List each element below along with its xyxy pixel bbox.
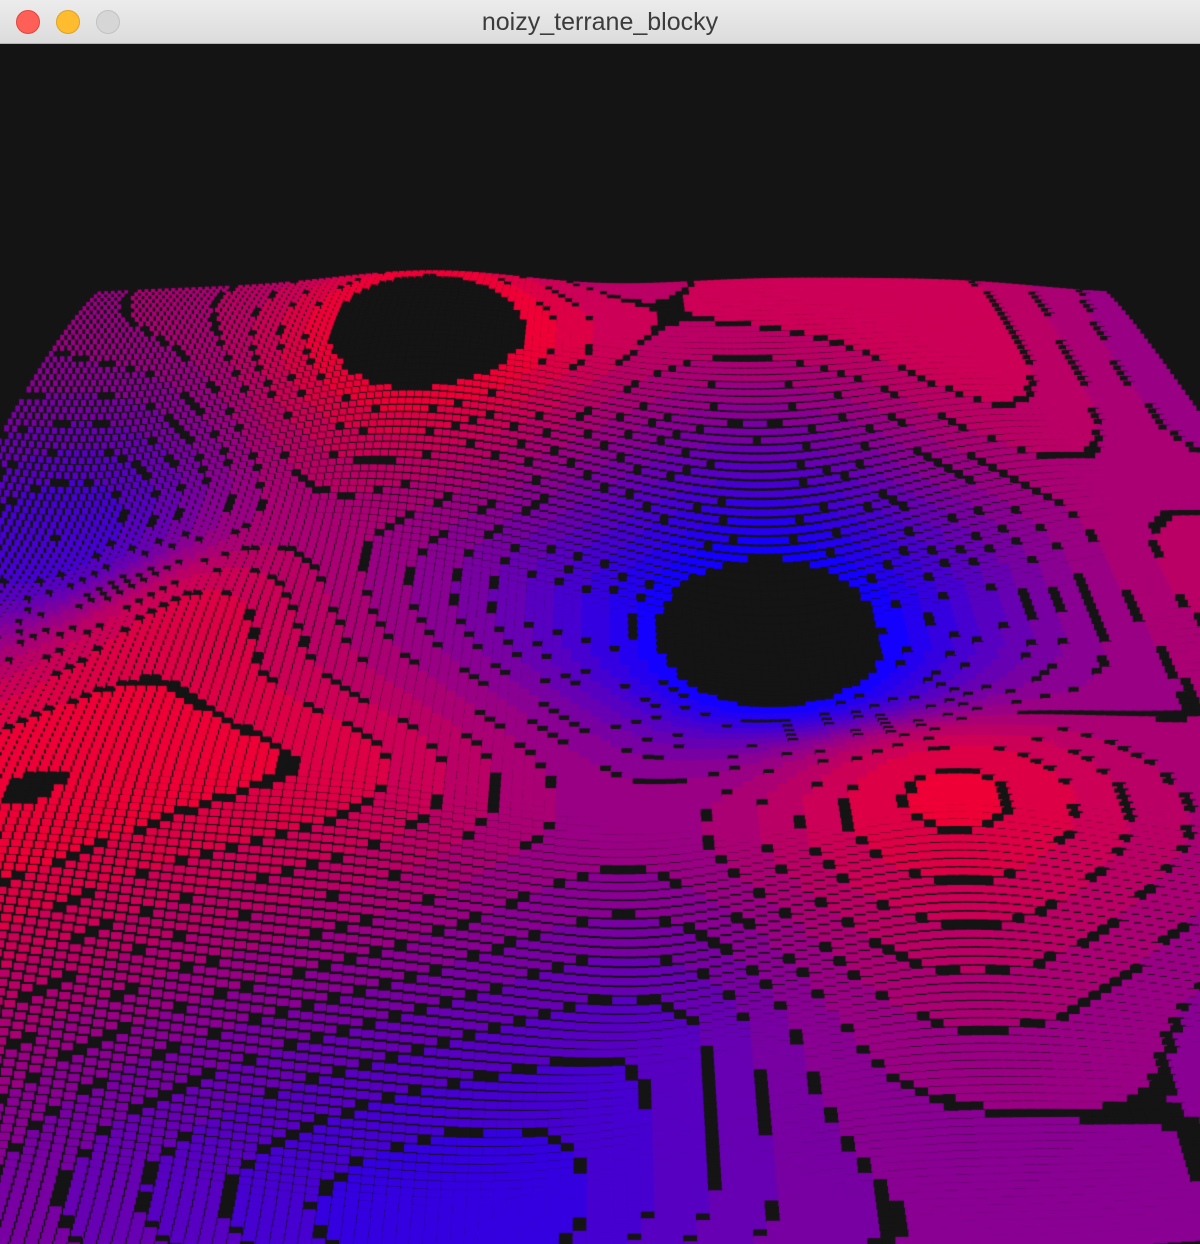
terrain-canvas[interactable] — [0, 44, 1200, 1244]
title-bar[interactable]: noizy_terrane_blocky — [0, 0, 1200, 44]
app-window: noizy_terrane_blocky — [0, 0, 1200, 1244]
window-title: noizy_terrane_blocky — [481, 8, 719, 36]
